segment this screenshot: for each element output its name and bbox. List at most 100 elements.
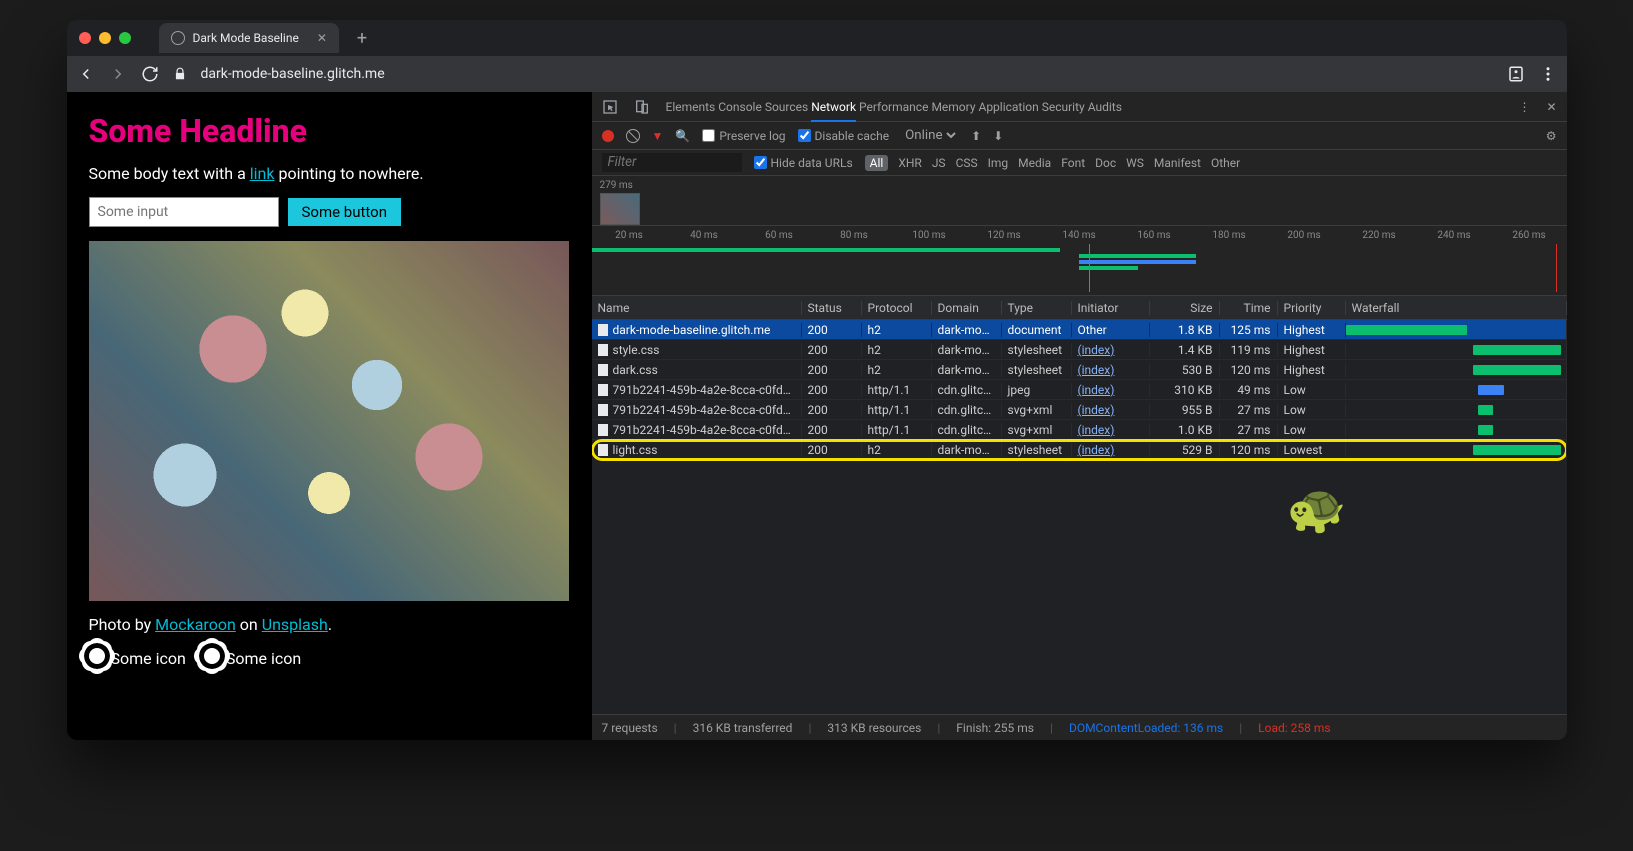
close-window-button[interactable] (79, 32, 91, 44)
status-load: Load: 258 ms (1258, 721, 1330, 735)
tick-label: 20 ms (592, 230, 667, 241)
cell-size: 1.8 KB (1150, 323, 1220, 337)
caption-link-site[interactable]: Unsplash (262, 615, 328, 634)
type-filter-xhr[interactable]: XHR (898, 156, 921, 170)
network-overview[interactable]: 279 ms (592, 176, 1567, 226)
forward-button[interactable] (109, 65, 127, 83)
filter-input[interactable] (602, 153, 742, 172)
cell-priority: Lowest (1278, 443, 1346, 457)
file-icon (598, 424, 608, 436)
table-row[interactable]: style.css200h2dark-mo…stylesheet(index)1… (592, 340, 1567, 360)
cell-type: stylesheet (1002, 343, 1072, 357)
type-filter-manifest[interactable]: Manifest (1154, 156, 1201, 170)
close-tab-icon[interactable]: ✕ (317, 31, 327, 45)
devtools-tab-audits[interactable]: Audits (1088, 100, 1122, 114)
type-filter-media[interactable]: Media (1018, 156, 1051, 170)
disable-cache-checkbox[interactable]: Disable cache (798, 129, 890, 143)
demo-input[interactable] (89, 197, 279, 227)
col-time[interactable]: Time (1220, 301, 1278, 315)
network-timeline[interactable]: 20 ms40 ms60 ms80 ms100 ms120 ms140 ms16… (592, 226, 1567, 296)
back-button[interactable] (77, 65, 95, 83)
icon-label: Some icon (111, 649, 186, 668)
download-icon[interactable]: ⬇ (993, 129, 1003, 143)
table-header[interactable]: Name Status Protocol Domain Type Initiat… (592, 296, 1567, 320)
cell-size: 530 B (1150, 363, 1220, 377)
devtools-tab-memory[interactable]: Memory (931, 100, 975, 114)
type-filter-img[interactable]: Img (988, 156, 1009, 170)
device-icon[interactable] (634, 99, 650, 115)
cell-initiator[interactable]: (index) (1072, 403, 1150, 417)
throttle-select[interactable]: Online (901, 127, 959, 144)
filter-icon[interactable]: ▼ (652, 129, 664, 143)
col-protocol[interactable]: Protocol (862, 301, 932, 315)
col-priority[interactable]: Priority (1278, 301, 1346, 315)
maximize-window-button[interactable] (119, 32, 131, 44)
devtools-tab-performance[interactable]: Performance (859, 100, 928, 114)
minimize-window-button[interactable] (99, 32, 111, 44)
cell-initiator[interactable]: Other (1072, 323, 1150, 337)
overview-timestamp: 279 ms (600, 180, 1559, 191)
cell-initiator[interactable]: (index) (1072, 363, 1150, 377)
browser-tab[interactable]: Dark Mode Baseline ✕ (159, 23, 339, 53)
type-filter-css[interactable]: CSS (956, 156, 978, 170)
hide-data-urls-checkbox[interactable]: Hide data URLs (754, 156, 853, 170)
cell-name: 791b2241-459b-4a2e-8cca-c0fdc2… (592, 383, 802, 397)
cell-waterfall (1346, 440, 1567, 459)
browser-window: Dark Mode Baseline ✕ + dark-mode-baselin… (67, 20, 1567, 740)
preserve-log-checkbox[interactable]: Preserve log (702, 129, 785, 143)
type-filter-js[interactable]: JS (932, 156, 946, 170)
menu-icon[interactable] (1539, 65, 1557, 83)
address-bar[interactable]: dark-mode-baseline.glitch.me (201, 66, 1493, 82)
cell-initiator[interactable]: (index) (1072, 343, 1150, 357)
devtools-tab-elements[interactable]: Elements (666, 100, 716, 114)
type-filter-doc[interactable]: Doc (1095, 156, 1116, 170)
search-icon[interactable]: 🔍 (675, 129, 690, 143)
caption-link-author[interactable]: Mockaroon (155, 615, 236, 634)
table-row[interactable]: dark-mode-baseline.glitch.me200h2dark-mo… (592, 320, 1567, 340)
type-filter-all[interactable]: All (865, 155, 889, 171)
cell-name: style.css (592, 343, 802, 357)
col-initiator[interactable]: Initiator (1072, 301, 1150, 315)
table-row[interactable]: 791b2241-459b-4a2e-8cca-c0fdc2…200http/1… (592, 380, 1567, 400)
cell-type: stylesheet (1002, 443, 1072, 457)
sun-icon (204, 648, 220, 664)
devtools-tab-application[interactable]: Application (978, 100, 1038, 114)
sun-icon (89, 648, 105, 664)
col-waterfall[interactable]: Waterfall (1346, 301, 1567, 315)
type-filter-other[interactable]: Other (1211, 156, 1240, 170)
col-status[interactable]: Status (802, 301, 862, 315)
more-icon[interactable]: ⋮ (1518, 100, 1530, 114)
body-link[interactable]: link (250, 164, 275, 183)
upload-icon[interactable]: ⬆ (971, 129, 981, 143)
cell-protocol: h2 (862, 343, 932, 357)
record-button[interactable] (602, 130, 614, 142)
close-devtools-icon[interactable]: ✕ (1546, 100, 1556, 114)
cell-status: 200 (802, 403, 862, 417)
table-row[interactable]: light.css200h2dark-mo…stylesheet(index)5… (592, 440, 1567, 460)
col-type[interactable]: Type (1002, 301, 1072, 315)
devtools-tab-security[interactable]: Security (1042, 100, 1085, 114)
devtools-tab-console[interactable]: Console (718, 100, 762, 114)
profile-icon[interactable] (1507, 65, 1525, 83)
col-size[interactable]: Size (1150, 301, 1220, 315)
type-filter-ws[interactable]: WS (1126, 156, 1144, 170)
table-row[interactable]: 791b2241-459b-4a2e-8cca-c0fdc2…200http/1… (592, 400, 1567, 420)
url-text: dark-mode-baseline.glitch.me (201, 66, 385, 82)
demo-button[interactable]: Some button (287, 197, 403, 227)
cell-initiator[interactable]: (index) (1072, 383, 1150, 397)
type-filter-font[interactable]: Font (1061, 156, 1085, 170)
new-tab-button[interactable]: + (357, 28, 367, 49)
cell-initiator[interactable]: (index) (1072, 423, 1150, 437)
col-name[interactable]: Name (592, 301, 802, 315)
cell-initiator[interactable]: (index) (1072, 443, 1150, 457)
clear-button[interactable] (626, 129, 640, 143)
reload-button[interactable] (141, 65, 159, 83)
file-icon (598, 364, 608, 376)
inspect-icon[interactable] (602, 99, 618, 115)
settings-icon[interactable]: ⚙ (1546, 129, 1557, 143)
devtools-tab-network[interactable]: Network (811, 100, 856, 122)
table-row[interactable]: dark.css200h2dark-mo…stylesheet(index)53… (592, 360, 1567, 380)
table-row[interactable]: 791b2241-459b-4a2e-8cca-c0fdc2…200http/1… (592, 420, 1567, 440)
col-domain[interactable]: Domain (932, 301, 1002, 315)
devtools-tab-sources[interactable]: Sources (765, 100, 808, 114)
